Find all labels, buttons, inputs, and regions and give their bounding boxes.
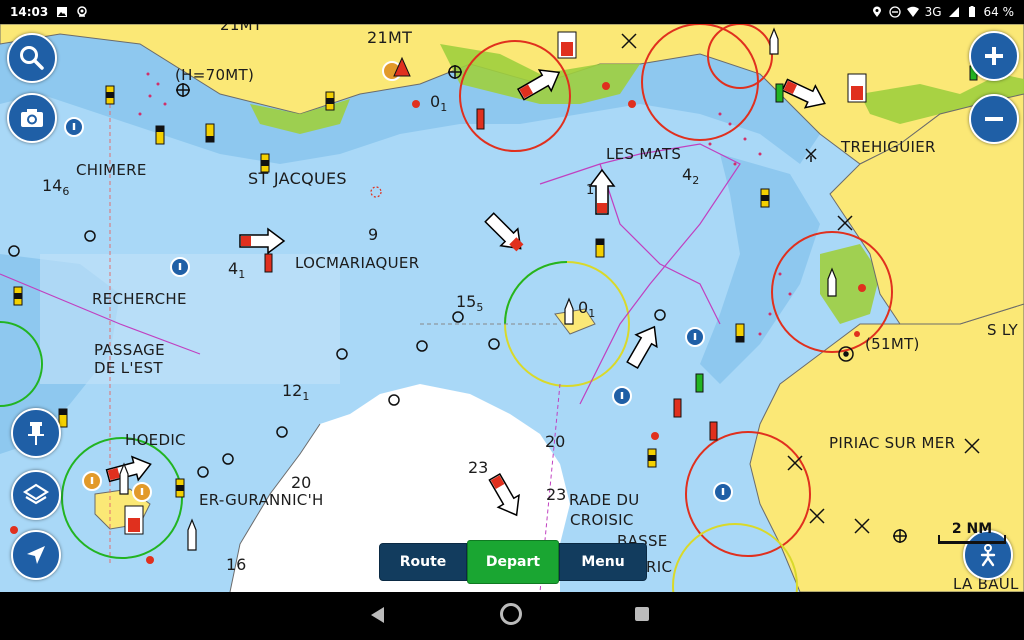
back-icon[interactable]: [371, 607, 384, 623]
signal-icon: [948, 7, 959, 17]
depth-0b: 01: [578, 298, 596, 321]
depth-1: 1: [586, 183, 595, 198]
minus-icon: [985, 117, 1003, 121]
depth-4: 41: [228, 259, 246, 282]
depth-16: 16: [226, 555, 247, 574]
depth-4b: 42: [682, 165, 700, 188]
wifi-icon: [906, 6, 919, 17]
camera-icon: [21, 109, 43, 127]
label-rade-du: RADE DU: [569, 491, 640, 509]
zoom-in-button[interactable]: [969, 31, 1019, 81]
label-21mt-top: 21MT: [220, 24, 263, 34]
label-51mt: (51MT): [865, 335, 920, 353]
scale-label: 2 NM: [951, 521, 993, 537]
depth-20a: 20: [545, 432, 566, 451]
recents-icon[interactable]: [635, 607, 649, 621]
label-passage: PASSAGE: [94, 341, 165, 359]
zoom-out-button[interactable]: [969, 94, 1019, 144]
label-21mt: 21MT: [367, 28, 413, 47]
label-h70mt: (H=70MT): [175, 66, 255, 84]
status-right: 3G 64 %: [871, 0, 1014, 24]
route-button[interactable]: Route: [379, 543, 467, 581]
label-s-ly: S LY: [987, 321, 1019, 339]
bottom-menu: Route Depart Menu: [379, 540, 647, 584]
depth-0a: 01: [430, 92, 448, 115]
label-croisic: CROISIC: [570, 511, 634, 529]
label-trehiguier: TREHIGUIER: [841, 138, 936, 156]
pin-button[interactable]: [11, 408, 61, 458]
label-er-gurannich: ER-GURANNIC'H: [199, 491, 324, 509]
depart-button[interactable]: Depart: [467, 540, 559, 584]
screenshot-button[interactable]: [7, 93, 57, 143]
scale-tick-left: [938, 535, 940, 544]
label-st-jacques: ST JACQUES: [248, 169, 347, 188]
label-recherche: RECHERCHE: [92, 290, 187, 308]
depth-9: 9: [368, 225, 379, 244]
depth-15: 155: [456, 292, 484, 315]
scale-tick-right: [1004, 535, 1006, 544]
status-left: 14:03: [10, 0, 88, 24]
pin-icon: [28, 422, 44, 445]
deep-area-west: [40, 254, 340, 384]
home-icon[interactable]: [500, 603, 522, 625]
scale-line: [938, 541, 1006, 544]
layers-button[interactable]: [11, 470, 61, 520]
locate-button[interactable]: [11, 530, 61, 580]
label-locmariaquer: LOCMARIAQUER: [295, 254, 420, 272]
depth-14: 146: [42, 176, 70, 199]
status-bar: 14:03 3G 64 %: [0, 0, 1024, 24]
layers-icon: [22, 483, 50, 505]
menu-button[interactable]: Menu: [559, 543, 647, 581]
depth-20b: 20: [291, 473, 312, 492]
label-hoedic: HOEDIC: [125, 431, 186, 449]
location-pin-icon: [77, 6, 87, 17]
status-time: 14:03: [10, 5, 49, 19]
depth-23b: 23: [546, 485, 567, 504]
depth-23a: 23: [468, 458, 489, 477]
label-les-mats: LES MATS: [606, 145, 682, 163]
search-button[interactable]: [7, 33, 57, 83]
chart-map[interactable]: 21MT 21MT (H=70MT) CHIMERE ST JACQUES LE…: [0, 24, 1024, 592]
map-canvas[interactable]: [0, 24, 1024, 592]
location-icon: [872, 6, 881, 17]
network-type: 3G: [924, 5, 942, 19]
battery-level: 64 %: [983, 5, 1015, 19]
label-chimere: CHIMERE: [76, 161, 147, 179]
search-icon: [20, 46, 44, 70]
label-basse-ric: RIC: [646, 558, 673, 576]
label-piriac: PIRIAC SUR MER: [829, 434, 956, 452]
plus-icon: [985, 47, 1003, 65]
battery-icon: [968, 6, 975, 17]
scale-bar: 2 NM: [936, 519, 1008, 549]
image-icon: [57, 7, 68, 17]
navigation-arrow-icon: [27, 546, 45, 564]
do-not-disturb-icon: [888, 6, 901, 18]
depth-12: 121: [282, 381, 310, 404]
label-de-lest: DE L'EST: [94, 359, 163, 377]
